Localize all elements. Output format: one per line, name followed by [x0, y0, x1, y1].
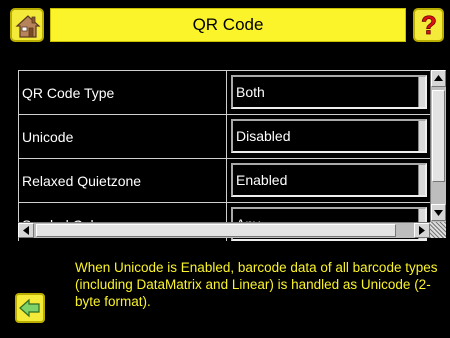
scrollbar-corner-grip	[430, 222, 446, 238]
dropdown-arrow-icon[interactable]	[418, 77, 425, 107]
unicode-dropdown[interactable]: Disabled	[231, 119, 427, 153]
scroll-right-button[interactable]	[414, 223, 430, 238]
scroll-down-button[interactable]	[431, 204, 446, 221]
scroll-left-button[interactable]	[18, 223, 34, 238]
table-row: Relaxed Quietzone Enabled	[19, 159, 431, 203]
triangle-left-icon	[23, 226, 29, 235]
help-button[interactable]: ?	[413, 8, 444, 42]
triangle-up-icon	[434, 75, 443, 81]
table-row: QR Code Type Both	[19, 71, 431, 115]
setting-label: Unicode	[19, 115, 227, 158]
scroll-up-button[interactable]	[431, 70, 446, 87]
triangle-right-icon	[419, 226, 425, 235]
page-title: QR Code	[50, 8, 406, 42]
horizontal-scrollbar[interactable]	[18, 222, 430, 238]
settings-table: QR Code Type Both Unicode Disabled Relax…	[18, 70, 431, 241]
table-row: Unicode Disabled	[19, 115, 431, 159]
triangle-down-icon	[434, 210, 443, 216]
setting-label: Relaxed Quietzone	[19, 159, 227, 202]
dropdown-value: Enabled	[236, 172, 288, 188]
dropdown-value: Disabled	[236, 128, 291, 144]
dropdown-arrow-icon[interactable]	[418, 165, 425, 195]
dropdown-arrow-icon[interactable]	[418, 121, 425, 151]
relaxed-quietzone-dropdown[interactable]: Enabled	[231, 163, 427, 197]
home-icon	[15, 15, 41, 38]
vertical-scrollbar[interactable]	[430, 70, 446, 223]
setting-label: QR Code Type	[19, 71, 227, 114]
dropdown-value: Both	[236, 84, 265, 100]
vertical-scroll-thumb[interactable]	[432, 90, 445, 182]
back-arrow-icon	[19, 298, 40, 318]
qr-code-type-dropdown[interactable]: Both	[231, 75, 427, 109]
help-icon: ?	[420, 11, 437, 39]
horizontal-scroll-thumb[interactable]	[36, 224, 396, 237]
back-button[interactable]	[15, 293, 45, 323]
svg-text:?: ?	[421, 11, 437, 39]
help-description: When Unicode is Enabled, barcode data of…	[75, 260, 438, 309]
page-title-text: QR Code	[192, 15, 264, 34]
home-button[interactable]	[10, 8, 44, 42]
